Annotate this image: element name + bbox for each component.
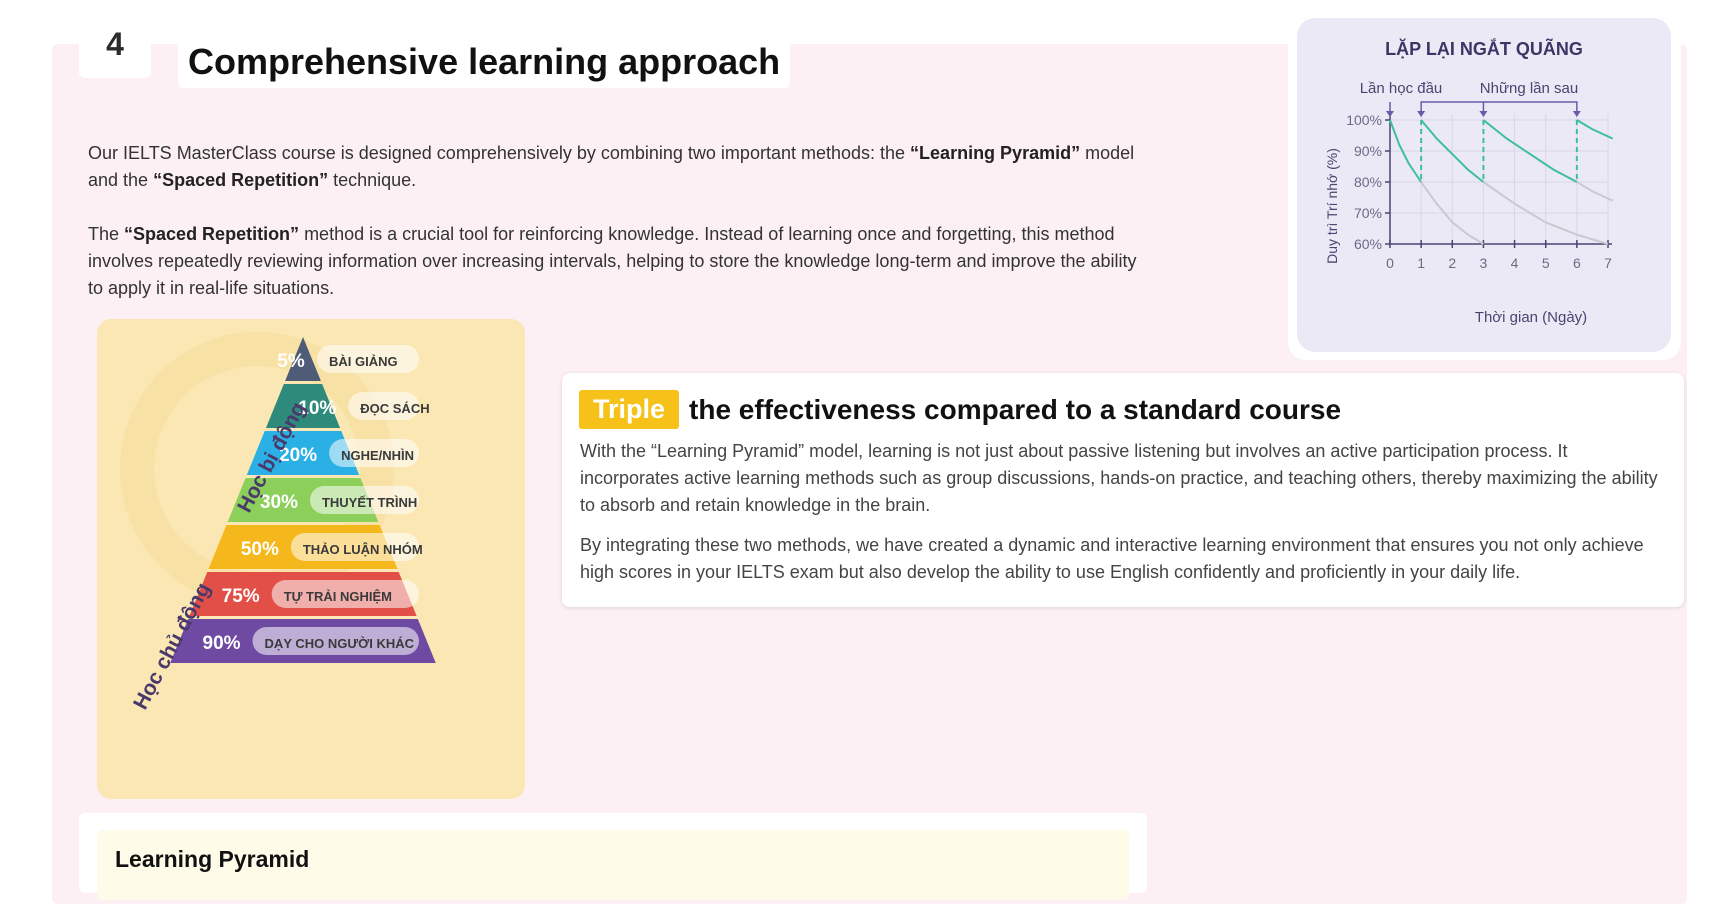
x-tick-label: 7	[1604, 255, 1612, 271]
pyramid-level-percent: 5%	[277, 351, 305, 372]
pyramid-level-label: BÀI GIẢNG	[329, 354, 398, 369]
y-axis-label: Duy trì Trí nhớ (%)	[1324, 148, 1340, 264]
x-tick-label: 2	[1448, 255, 1456, 271]
chart-plot-area: 0 1 2 3 4 5 6 7 60% 70% 80% 90% 100%	[1346, 101, 1614, 271]
pyramid-level-label: TỰ TRẢI NGHIỆM	[284, 589, 392, 604]
y-tick-label: 60%	[1354, 236, 1382, 252]
later-reviews-bracket	[1420, 101, 1578, 116]
pyramid-level: 75% TỰ TRẢI NGHIỆM	[189, 572, 419, 616]
x-tick-label: 3	[1480, 255, 1488, 271]
section-title: Comprehensive learning approach	[188, 41, 781, 82]
spaced-repetition-chart-card: LẶP LẠI NGẮT QUÃNG Lần học đầu Những lần…	[1288, 12, 1681, 360]
pyramid-level-percent: 50%	[241, 539, 279, 560]
review-arrowhead	[1417, 111, 1426, 117]
pyramid-level-label: ĐỌC SÁCH	[360, 401, 429, 416]
intro-p2-text-a: The	[88, 224, 125, 244]
x-tick-label: 4	[1511, 255, 1519, 271]
pyramid-level-label: NGHE/NHÌN	[341, 448, 414, 463]
learning-pyramid-section: Learning Pyramid	[79, 813, 1147, 900]
intro-p1-bold-b: “Spaced Repetition”	[153, 170, 329, 190]
x-tick-label: 0	[1386, 255, 1394, 271]
triple-paragraph-1: With the “Learning Pyramid” model, learn…	[580, 441, 1658, 515]
spaced-repetition-chart-panel: LẶP LẠI NGẮT QUÃNG Lần học đầu Những lần…	[1297, 18, 1671, 352]
x-tick-label: 6	[1573, 255, 1581, 271]
y-tick-label: 100%	[1346, 112, 1382, 128]
section-title-box: Comprehensive learning approach	[178, 36, 791, 88]
intro-p2-bold: “Spaced Repetition”	[124, 224, 300, 244]
triple-badge: Triple	[579, 390, 680, 429]
learning-pyramid-box: Learning Pyramid	[97, 830, 1129, 900]
intro-paragraph-2: The “Spaced Repetition” method is a cruc…	[88, 221, 1148, 302]
pyramid-level: 50% THẢO LUẬN NHÓM	[208, 525, 423, 569]
triple-title: the effectiveness compared to a standard…	[689, 393, 1342, 425]
triple-effectiveness-card: Triple the effectiveness compared to a s…	[562, 373, 1684, 607]
chart-title: LẶP LẠI NGẮT QUÃNG	[1385, 38, 1583, 59]
pyramid-level-label: THẢO LUẬN NHÓM	[303, 542, 423, 557]
pyramid-level-percent: 75%	[222, 586, 260, 607]
review-arrowhead	[1572, 111, 1581, 117]
x-tick-label: 1	[1417, 255, 1425, 271]
learning-pyramid-infographic: 5% BÀI GIẢNG 10% ĐỌC SÁCH 20% NGHE/NHÌN 30% THU…	[97, 319, 525, 799]
pyramid-level-label: DẠY CHO NGƯỜI KHÁC	[265, 636, 415, 651]
intro-p1-text-a: Our IELTS MasterClass course is designed…	[88, 143, 911, 163]
pyramid-layers: 5% BÀI GIẢNG10% ĐỌC SÁCH20% NGHE/NHÌN30% THU…	[170, 337, 436, 663]
pyramid-level-label: THUYẾT TRÌNH	[322, 495, 417, 510]
first-study-arrowhead	[1386, 111, 1394, 117]
spaced-repetition-chart: LẶP LẠI NGẮT QUÃNG Lần học đầu Những lần…	[1324, 38, 1614, 326]
x-axis-label: Thời gian (Ngày)	[1475, 309, 1587, 326]
intro-p1-bold-a: “Learning Pyramid”	[910, 143, 1081, 163]
series-line	[1576, 181, 1614, 202]
y-tick-label: 70%	[1354, 205, 1382, 221]
learning-pyramid-heading: Learning Pyramid	[115, 846, 310, 872]
triple-paragraph-2: By integrating these two methods, we hav…	[580, 535, 1644, 582]
triple-heading: Triple the effectiveness compared to a s…	[579, 390, 1341, 429]
y-tick-label: 80%	[1354, 174, 1382, 190]
annotation-first-study: Lần học đầu	[1360, 80, 1443, 97]
series-line	[1576, 119, 1614, 140]
annotation-later-reviews: Những lần sau	[1480, 80, 1578, 97]
pyramid-graphic: 5% BÀI GIẢNG10% ĐỌC SÁCH20% NGHE/NHÌN30% THU…	[120, 332, 436, 713]
intro-paragraph-1: Our IELTS MasterClass course is designed…	[88, 140, 1148, 194]
review-arrowhead	[1479, 111, 1488, 117]
y-tick-label: 90%	[1354, 143, 1382, 159]
pyramid-level: 90% DẠY CHO NGƯỜI KHÁC	[170, 619, 436, 663]
triple-body: With the “Learning Pyramid” model, learn…	[580, 438, 1670, 599]
intro-text: Our IELTS MasterClass course is designed…	[88, 140, 1148, 329]
pyramid-level-percent: 30%	[260, 492, 298, 513]
intro-p1-text-c: technique.	[328, 170, 417, 190]
x-tick-label: 5	[1542, 255, 1550, 271]
pyramid-level-percent: 90%	[203, 633, 241, 654]
section-number: 4	[79, 20, 151, 78]
